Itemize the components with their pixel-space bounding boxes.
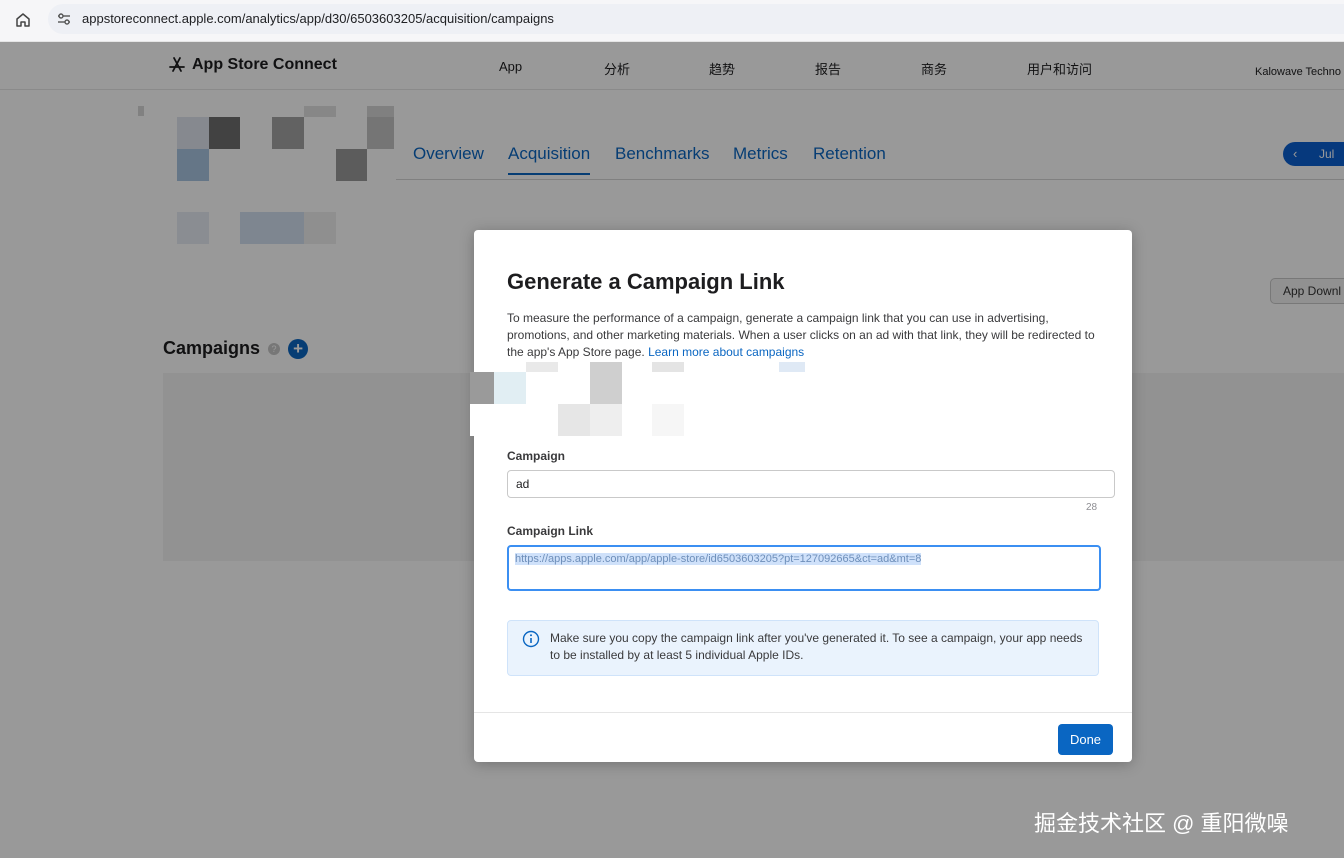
campaign-input[interactable] [507, 470, 1115, 498]
site-settings-icon[interactable] [56, 11, 72, 27]
campaign-label: Campaign [507, 449, 566, 463]
char-counter: 28 [1086, 502, 1098, 513]
info-text: Make sure you copy the campaign link aft… [550, 631, 1083, 662]
campaign-link-field[interactable]: https://apps.apple.com/app/apple-store/i… [507, 545, 1101, 591]
info-notice: Make sure you copy the campaign link aft… [507, 620, 1099, 676]
campaign-link-label: Campaign Link [507, 524, 594, 538]
dialog-footer-divider [474, 712, 1132, 713]
browser-toolbar: appstoreconnect.apple.com/analytics/app/… [0, 0, 1344, 42]
campaign-link-text[interactable]: https://apps.apple.com/app/apple-store/i… [515, 553, 922, 565]
dialog-description: To measure the performance of a campaign… [507, 310, 1102, 361]
watermark: 掘金技术社区 @ 重阳微噪 [1034, 811, 1289, 836]
done-button[interactable]: Done [1058, 724, 1113, 755]
info-icon [522, 630, 540, 648]
campaign-link-dialog: Generate a Campaign Link To measure the … [470, 230, 1132, 762]
home-icon[interactable] [14, 11, 32, 29]
url-text[interactable]: appstoreconnect.apple.com/analytics/app/… [82, 11, 554, 26]
dialog-title: Generate a Campaign Link [507, 269, 785, 294]
learn-more-link[interactable]: Learn more about campaigns [648, 345, 804, 359]
